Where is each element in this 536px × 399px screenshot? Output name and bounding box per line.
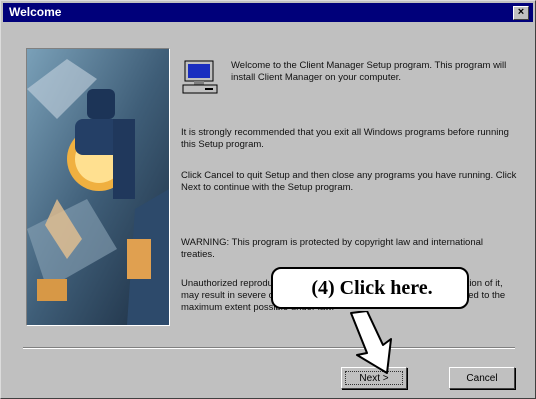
- window-title: Welcome: [9, 5, 62, 19]
- computer-icon: [181, 59, 221, 97]
- cancel-button-label: Cancel: [466, 373, 498, 384]
- callout-label: (4) Click here.: [311, 277, 433, 299]
- welcome-message: Welcome to the Client Manager Setup prog…: [231, 60, 507, 83]
- welcome-dialog: Welcome × Welcome to the Client Manager …: [0, 0, 536, 399]
- instruction-callout: (4) Click here.: [271, 267, 469, 309]
- title-bar: Welcome ×: [3, 3, 533, 22]
- close-button[interactable]: ×: [513, 6, 529, 20]
- arrow-icon: [341, 310, 411, 379]
- close-icon: ×: [517, 6, 525, 18]
- setup-illustration: [26, 48, 170, 326]
- cancel-button[interactable]: Cancel: [449, 367, 515, 389]
- copyright-warning: WARNING: This program is protected by co…: [181, 237, 484, 260]
- cancel-instructions: Click Cancel to quit Setup and then clos…: [181, 170, 517, 193]
- exit-programs-note: It is strongly recommended that you exit…: [181, 127, 509, 150]
- separator: [23, 347, 515, 349]
